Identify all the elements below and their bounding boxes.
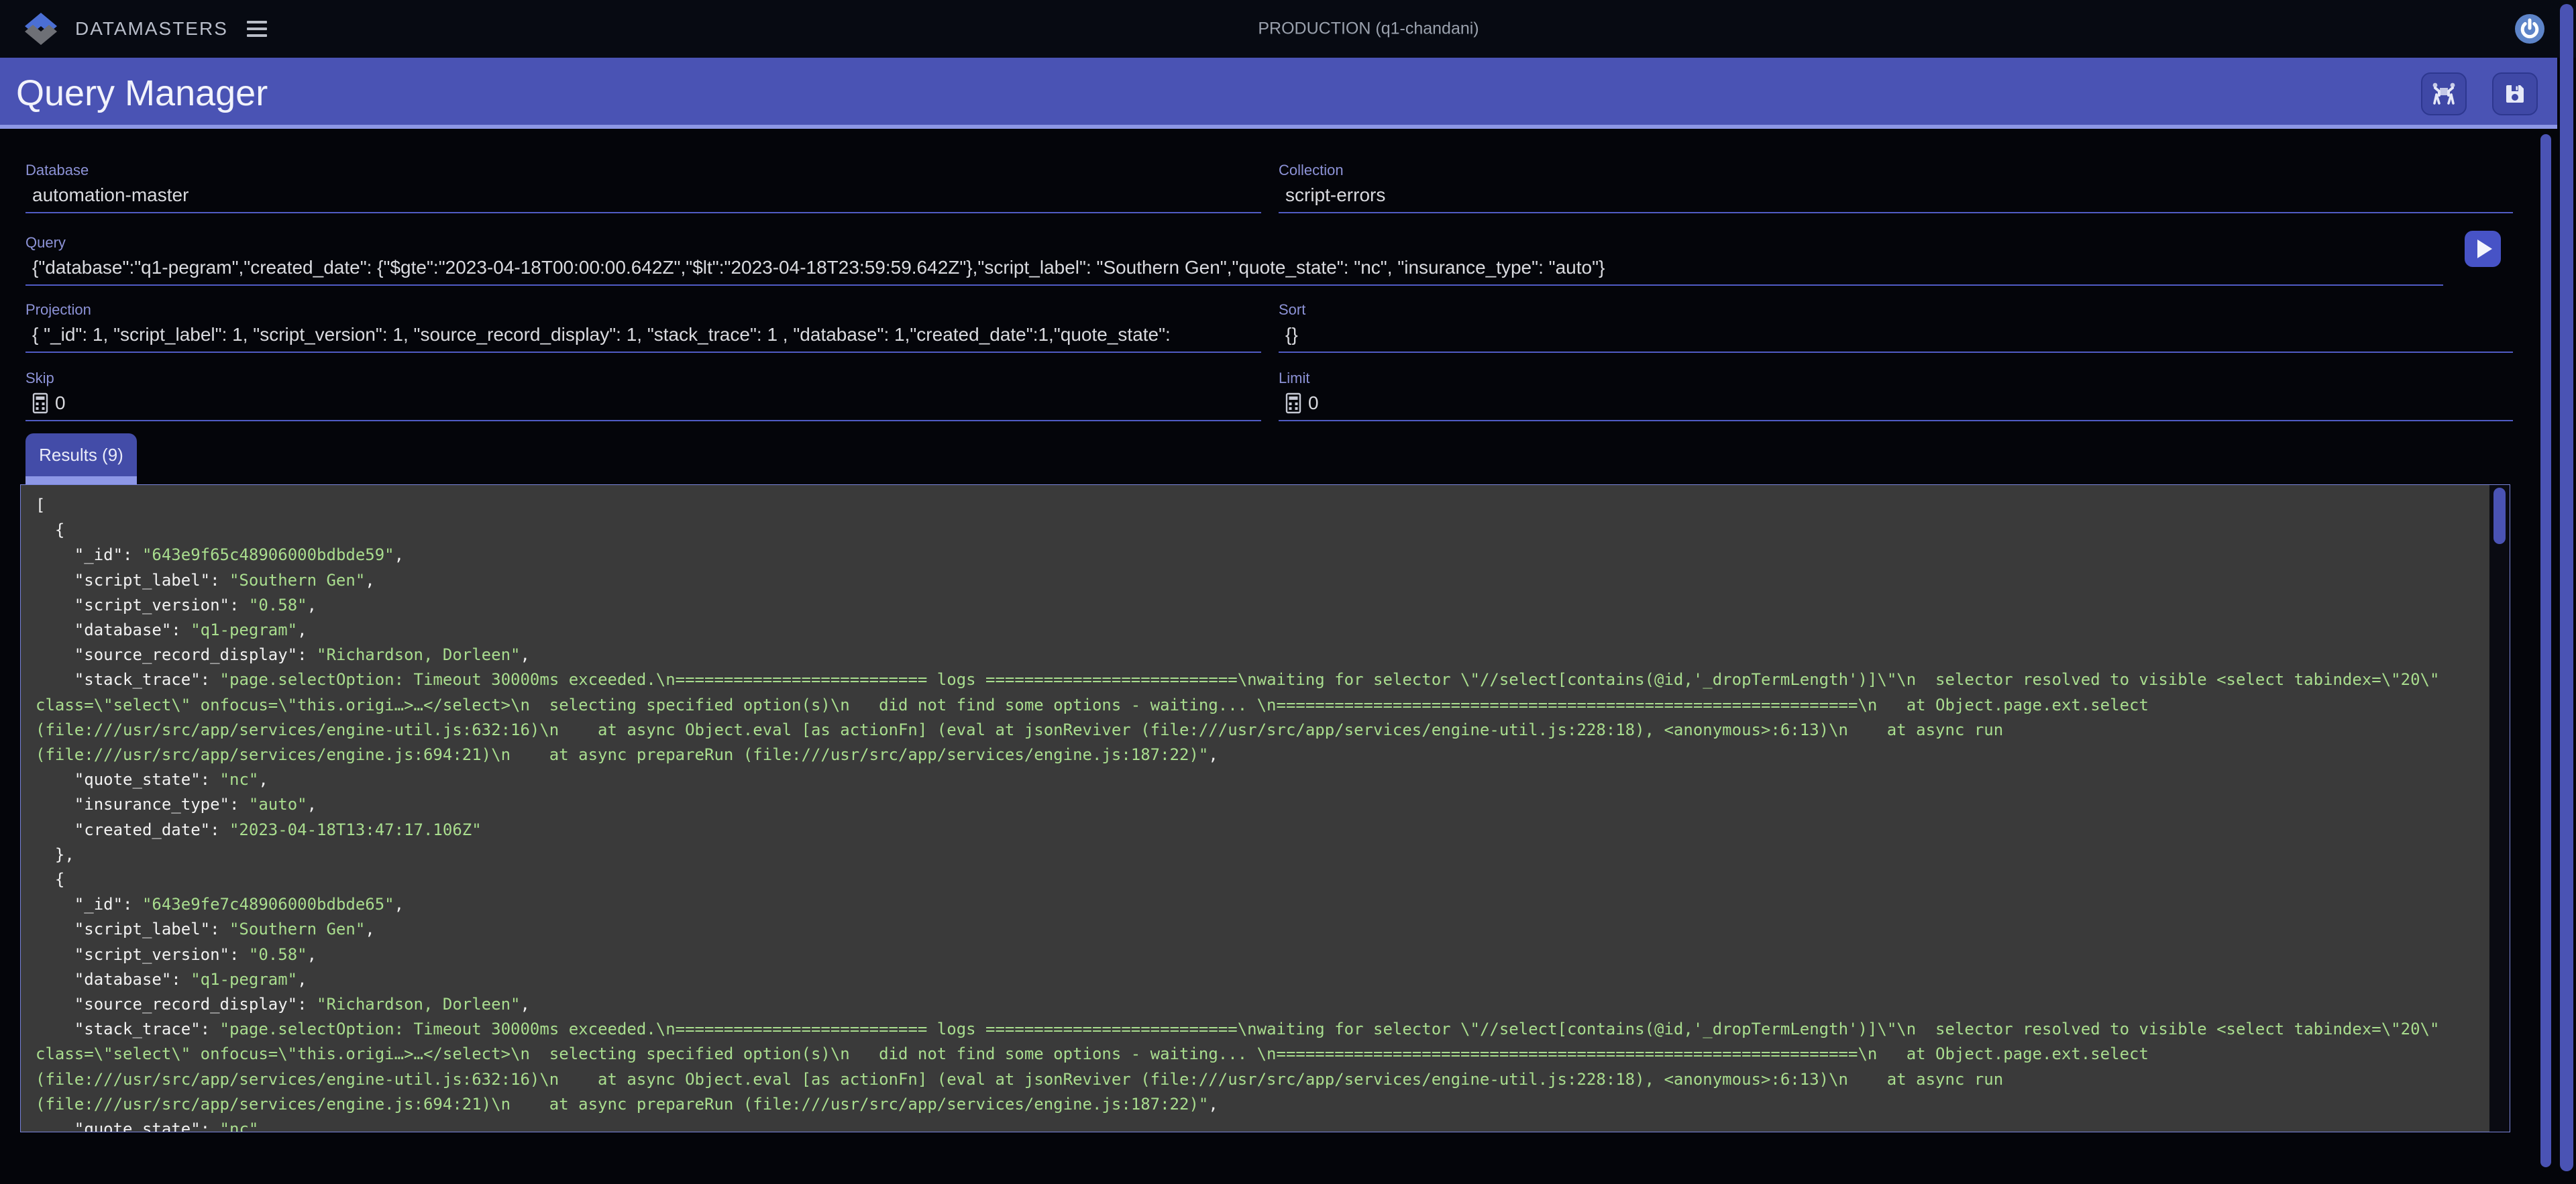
power-icon [2514, 13, 2545, 44]
nav-left-group: DATAMASTERS [23, 0, 270, 58]
play-icon [2477, 239, 2492, 258]
tab-results[interactable]: Results (9) [25, 433, 137, 476]
limit-field[interactable]: Limit 0 [1279, 370, 2513, 421]
save-query-button[interactable] [2492, 72, 2538, 115]
results-scrollbar-thumb[interactable] [2493, 488, 2506, 544]
query-input[interactable]: {"database":"q1-pegram","created_date": … [25, 256, 2443, 279]
database-label: Database [25, 162, 1261, 178]
skip-value: 0 [55, 392, 66, 415]
skip-label: Skip [25, 370, 1261, 386]
limit-value: 0 [1308, 392, 1319, 415]
projection-field[interactable]: Projection { "_id": 1, "script_label": 1… [25, 302, 1261, 353]
results-panel: [ { "_id": "643e9f65c48906000bdbde59", "… [20, 484, 2510, 1132]
header-accent-strip [0, 125, 2557, 129]
save-icon [2504, 83, 2526, 105]
page-scrollbar-thumb[interactable] [2560, 4, 2573, 1171]
brand-title: DATAMASTERS [75, 18, 228, 40]
projection-input[interactable]: { "_id": 1, "script_label": 1, "script_v… [25, 323, 1261, 346]
sort-input[interactable]: {} [1279, 323, 2513, 346]
query-field[interactable]: Query {"database":"q1-pegram","created_d… [25, 235, 2443, 286]
app-window: DATAMASTERS PRODUCTION (q1-chandani) Que… [0, 0, 2576, 1184]
sort-field[interactable]: Sort {} [1279, 302, 2513, 353]
app-logo-icon[interactable] [23, 11, 59, 47]
calculator-icon [1285, 392, 1301, 414]
run-query-button[interactable] [2465, 231, 2501, 267]
power-button[interactable] [2514, 13, 2545, 44]
database-input[interactable]: automation-master [25, 184, 1261, 207]
top-nav: DATAMASTERS PRODUCTION (q1-chandani) [0, 0, 2576, 58]
tab-active-indicator [25, 476, 137, 484]
people-carry-icon [2430, 83, 2457, 105]
collection-label: Collection [1279, 162, 2513, 178]
menu-icon[interactable] [244, 18, 270, 40]
page-title: Query Manager [16, 72, 268, 114]
limit-input[interactable]: 0 [1279, 392, 2513, 415]
tab-results-label: Results (9) [39, 445, 123, 466]
calculator-icon [32, 392, 48, 414]
results-json[interactable]: [ { "_id": "643e9f65c48906000bdbde59", "… [21, 485, 2489, 1132]
page-header: Query Manager [0, 58, 2557, 129]
query-label: Query [25, 235, 2443, 251]
share-queries-button[interactable] [2421, 72, 2467, 115]
database-field[interactable]: Database automation-master [25, 162, 1261, 213]
sort-label: Sort [1279, 302, 2513, 318]
environment-label: PRODUCTION (q1-chandani) [1258, 19, 1479, 39]
content-scrollbar-thumb[interactable] [2540, 134, 2551, 1167]
skip-input[interactable]: 0 [25, 392, 1261, 415]
limit-label: Limit [1279, 370, 2513, 386]
collection-field[interactable]: Collection script-errors [1279, 162, 2513, 213]
skip-field[interactable]: Skip 0 [25, 370, 1261, 421]
results-scrollbar[interactable] [2489, 485, 2510, 1132]
collection-input[interactable]: script-errors [1279, 184, 2513, 207]
projection-label: Projection [25, 302, 1261, 318]
